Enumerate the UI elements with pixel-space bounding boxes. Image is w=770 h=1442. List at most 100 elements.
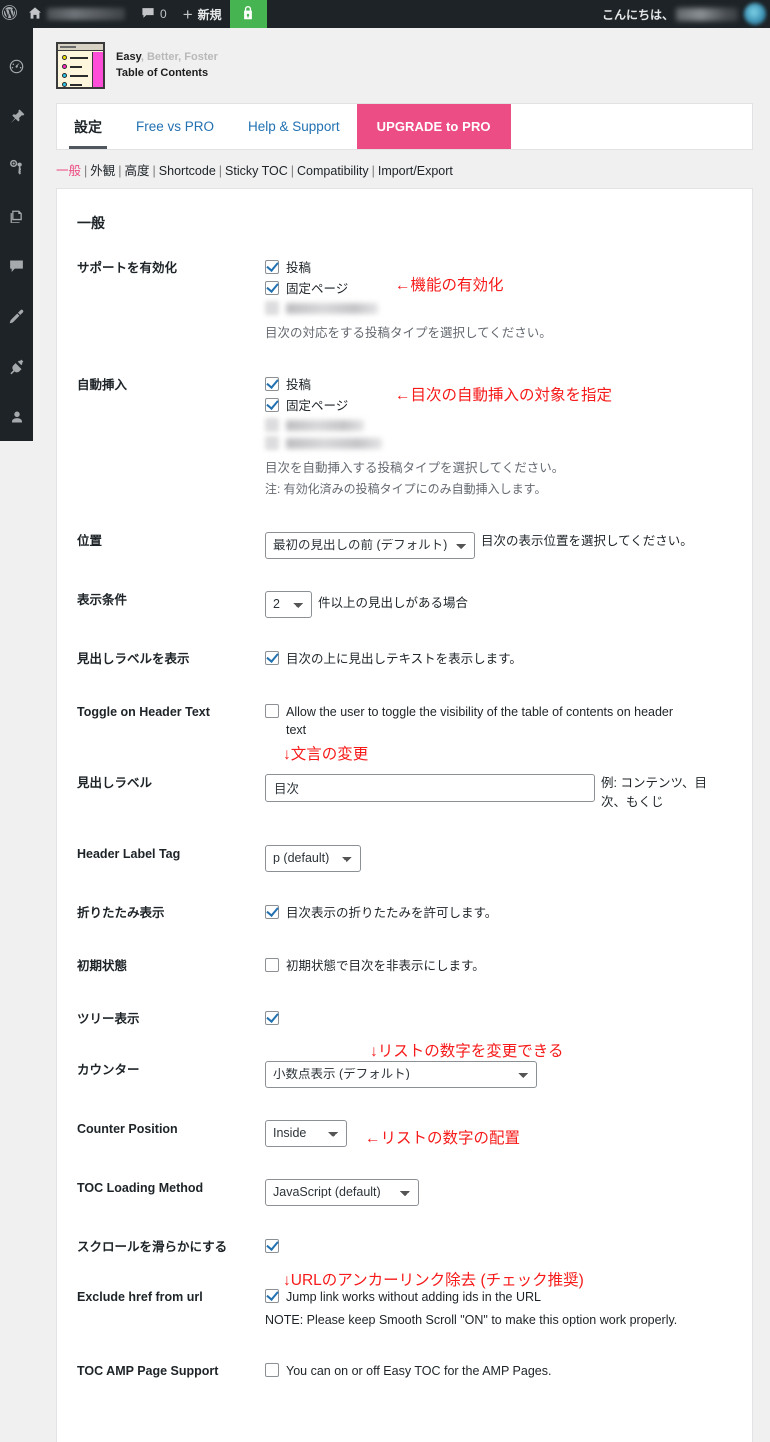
select-loading-method[interactable]: JavaScript (default) xyxy=(265,1178,419,1206)
howdy-label: こんにちは、 xyxy=(601,7,674,22)
subnav-sep: | xyxy=(218,164,223,178)
site-name-redacted xyxy=(47,8,125,20)
checkbox-show-header-label[interactable] xyxy=(265,650,279,665)
checkbox-row-exclude-href[interactable]: Jump link works without adding ids in th… xyxy=(265,1288,732,1306)
checkbox-row-smooth-scroll[interactable] xyxy=(265,1238,732,1253)
select-counter[interactable]: 小数点表示 (デフォルト) xyxy=(265,1060,537,1088)
checkbox-row-redacted[interactable] xyxy=(265,436,732,451)
checkbox-row-tree-view[interactable] xyxy=(265,1010,732,1025)
plugin-word-better: , Better xyxy=(140,50,179,63)
checkbox-row-amp-support[interactable]: You can on or off Easy TOC for the AMP P… xyxy=(265,1362,732,1380)
form-row-enable-support: サポートを有効化 投稿 固定ページ 目次の対応をする投稿タイプを選択してください… xyxy=(57,243,752,360)
comment-bubble-icon xyxy=(8,258,25,280)
checkbox-redacted[interactable] xyxy=(265,418,279,433)
admin-sidebar-menu xyxy=(0,28,33,441)
subnav-item-general[interactable]: 一般 xyxy=(56,164,81,178)
checkbox-label-redacted xyxy=(286,437,382,449)
checkbox-redacted[interactable] xyxy=(265,301,279,316)
tab-upgrade-to-pro[interactable]: UPGRADE to PRO xyxy=(356,104,511,149)
site-name-menu[interactable] xyxy=(20,0,133,28)
sidebar-item-posts[interactable] xyxy=(0,94,33,144)
checkbox-row-autoinsert-post[interactable]: 投稿 xyxy=(265,376,732,394)
wordpress-logo-icon xyxy=(1,4,18,24)
form-row-display-condition: 表示条件 2 件以上の見出しがある場合 xyxy=(57,575,752,634)
checkbox-autoinsert-post[interactable] xyxy=(265,376,279,391)
checkbox-row-page[interactable]: 固定ページ xyxy=(265,280,732,298)
checkbox-row-toggle-header-text[interactable]: Allow the user to toggle the visibility … xyxy=(265,703,690,739)
subnav-item-import-export[interactable]: Import/Export xyxy=(378,164,453,178)
checkbox-row-redacted[interactable] xyxy=(265,301,732,316)
camera-icon xyxy=(8,158,25,180)
tab-free-vs-pro[interactable]: Free vs PRO xyxy=(119,104,231,149)
lock-icon xyxy=(241,5,255,24)
checkbox-amp-support[interactable] xyxy=(265,1363,279,1378)
tab-settings[interactable]: 設定 xyxy=(57,104,119,149)
subnav-item-sticky-toc[interactable]: Sticky TOC xyxy=(225,164,288,178)
checkbox-smooth-scroll[interactable] xyxy=(265,1238,279,1253)
checkbox-row-initial-state[interactable]: 初期状態で目次を非表示にします。 xyxy=(265,957,732,975)
form-row-show-header-label: 見出しラベルを表示 目次の上に見出しテキストを表示します。 xyxy=(57,634,752,687)
select-display-condition[interactable]: 2 xyxy=(265,590,312,618)
sidebar-item-plugins[interactable] xyxy=(0,344,33,394)
sidebar-item-pages[interactable] xyxy=(0,194,33,244)
select-position[interactable]: 最初の見出しの前 (デフォルト) xyxy=(265,531,475,559)
form-row-counter-position: Counter Position Inside xyxy=(57,1104,752,1163)
checkbox-row-post[interactable]: 投稿 xyxy=(265,259,732,277)
subnav-item-compatibility[interactable]: Compatibility xyxy=(297,164,369,178)
checkbox-row-redacted[interactable] xyxy=(265,418,732,433)
plugin-title: Easy, Better, Foster Table of Contents xyxy=(116,50,218,82)
checkbox-support-page[interactable] xyxy=(265,281,279,296)
checkbox-exclude-href[interactable] xyxy=(265,1289,279,1304)
input-header-label[interactable] xyxy=(265,773,595,802)
form-row-header-label-tag: Header Label Tag p (default) xyxy=(57,829,752,888)
checkbox-initial-state[interactable] xyxy=(265,957,279,972)
new-content-menu[interactable]: + 新規 xyxy=(175,0,230,28)
checkbox-label-show-header-label: 目次の上に見出しテキストを表示します。 xyxy=(286,651,522,666)
subnav-item-advanced[interactable]: 高度 xyxy=(125,164,150,178)
my-account-menu[interactable]: こんにちは、 xyxy=(602,0,770,28)
checkbox-redacted[interactable] xyxy=(265,436,279,451)
gauge-icon xyxy=(8,58,25,80)
desc-auto-insert: 目次を自動挿入する投稿タイプを選択してください。 xyxy=(265,461,565,476)
form-row-amp-support: TOC AMP Page Support You can on or off E… xyxy=(57,1346,752,1399)
username-redacted xyxy=(676,7,738,21)
select-counter-position[interactable]: Inside xyxy=(265,1119,347,1147)
sidebar-item-appearance[interactable] xyxy=(0,294,33,344)
checkbox-support-post[interactable] xyxy=(265,260,279,274)
home-icon xyxy=(28,6,42,23)
pages-copy-icon xyxy=(9,209,25,230)
checkbox-label-post: 投稿 xyxy=(286,261,312,275)
label-exclude-href: Exclude href from url xyxy=(77,1290,203,1305)
desc2-auto-insert: 注: 有効化済みの投稿タイプにのみ自動挿入します。 xyxy=(265,481,547,496)
checkbox-autoinsert-page[interactable] xyxy=(265,398,279,412)
form-row-tree-view: ツリー表示 xyxy=(57,994,752,1045)
form-row-toggle-header-text: Toggle on Header Text Allow the user to … xyxy=(57,687,752,758)
subnav-item-shortcode[interactable]: Shortcode xyxy=(159,164,216,178)
checkbox-toggle-header-text[interactable] xyxy=(265,703,279,718)
checkbox-label-toggle-header-text: Allow the user to toggle the visibility … xyxy=(286,704,674,737)
comments-menu[interactable]: 0 xyxy=(133,0,175,28)
checkbox-label-collapse: 目次表示の折りたたみを許可します。 xyxy=(286,905,498,920)
subnav-item-appearance[interactable]: 外観 xyxy=(90,164,115,178)
wordpress-logo-button[interactable] xyxy=(0,0,20,28)
checkbox-row-show-header-label[interactable]: 目次の上に見出しテキストを表示します。 xyxy=(265,650,732,668)
select-header-label-tag[interactable]: p (default) xyxy=(265,844,361,872)
label-loading-method: TOC Loading Method xyxy=(77,1180,204,1195)
checkbox-tree-view[interactable] xyxy=(265,1010,279,1025)
checkbox-label-amp-support: You can on or off Easy TOC for the AMP P… xyxy=(286,1364,552,1379)
tab-help-support[interactable]: Help & Support xyxy=(231,104,357,149)
desc-position: 目次の表示位置を選択してください。 xyxy=(481,533,693,548)
checkbox-row-autoinsert-page[interactable]: 固定ページ xyxy=(265,397,732,415)
sidebar-item-media[interactable] xyxy=(0,144,33,194)
avatar xyxy=(744,3,766,25)
new-label: 新規 xyxy=(197,7,222,22)
checkbox-row-collapse[interactable]: 目次表示の折りたたみを許可します。 xyxy=(265,904,732,922)
checkbox-label-autoinsert-page: 固定ページ xyxy=(286,399,349,413)
desc-header-label: 例: コンテンツ、目次、もくじ xyxy=(601,775,707,810)
form-row-collapse: 折りたたみ表示 目次表示の折りたたみを許可します。 xyxy=(57,888,752,941)
sidebar-item-dashboard[interactable] xyxy=(0,44,33,94)
ssl-lock-badge[interactable] xyxy=(229,0,267,28)
sidebar-item-users[interactable] xyxy=(0,394,33,444)
checkbox-collapse[interactable] xyxy=(265,904,279,919)
sidebar-item-comments[interactable] xyxy=(0,244,33,294)
